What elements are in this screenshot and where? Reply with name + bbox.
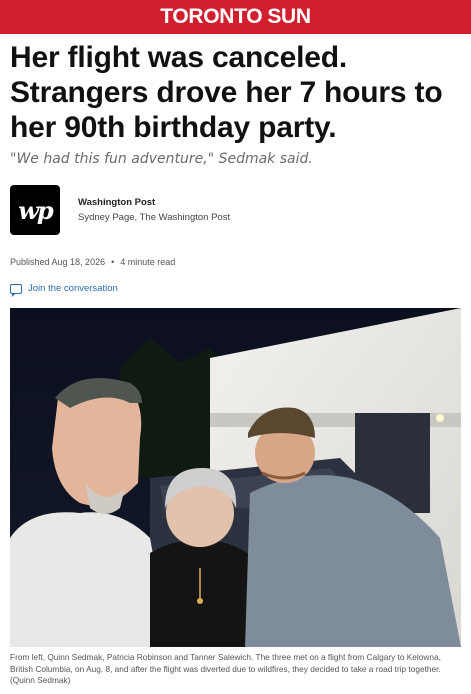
author-name[interactable]: Washington Post [78, 197, 230, 208]
dek: "We had this fun adventure," Sedmak said… [10, 151, 313, 167]
article-photo [10, 308, 461, 647]
article-meta: Published Aug 18, 2026 • 4 minute read [0, 235, 471, 267]
logo-text: wp [18, 195, 53, 225]
speech-bubble-icon [10, 283, 22, 297]
masthead-sun: SUN [267, 5, 311, 28]
author-byline: Sydney Page, The Washington Post [78, 212, 231, 223]
masthead[interactable]: TORONTO SUN [0, 0, 471, 34]
headline: Her flight was canceled. Strangers drove… [10, 41, 443, 144]
washington-post-logo[interactable]: wp [10, 185, 60, 235]
read-time: 4 minute read [120, 257, 176, 267]
author-row: wp Washington Post Sydney Page, The Wash… [0, 167, 471, 235]
photo-illustration [10, 308, 461, 647]
published-date: Published Aug 18, 2026 [10, 257, 106, 267]
photo-caption: From left, Quinn Sedmak, Patricia Robins… [10, 652, 441, 685]
join-conversation[interactable]: Join the conversation [0, 267, 471, 297]
author-text: Washington Post Sydney Page, The Washing… [78, 197, 230, 223]
masthead-toronto: TORONTO [160, 5, 263, 28]
meta-separator: • [111, 257, 115, 267]
join-conversation-link[interactable]: Join the conversation [28, 283, 118, 294]
